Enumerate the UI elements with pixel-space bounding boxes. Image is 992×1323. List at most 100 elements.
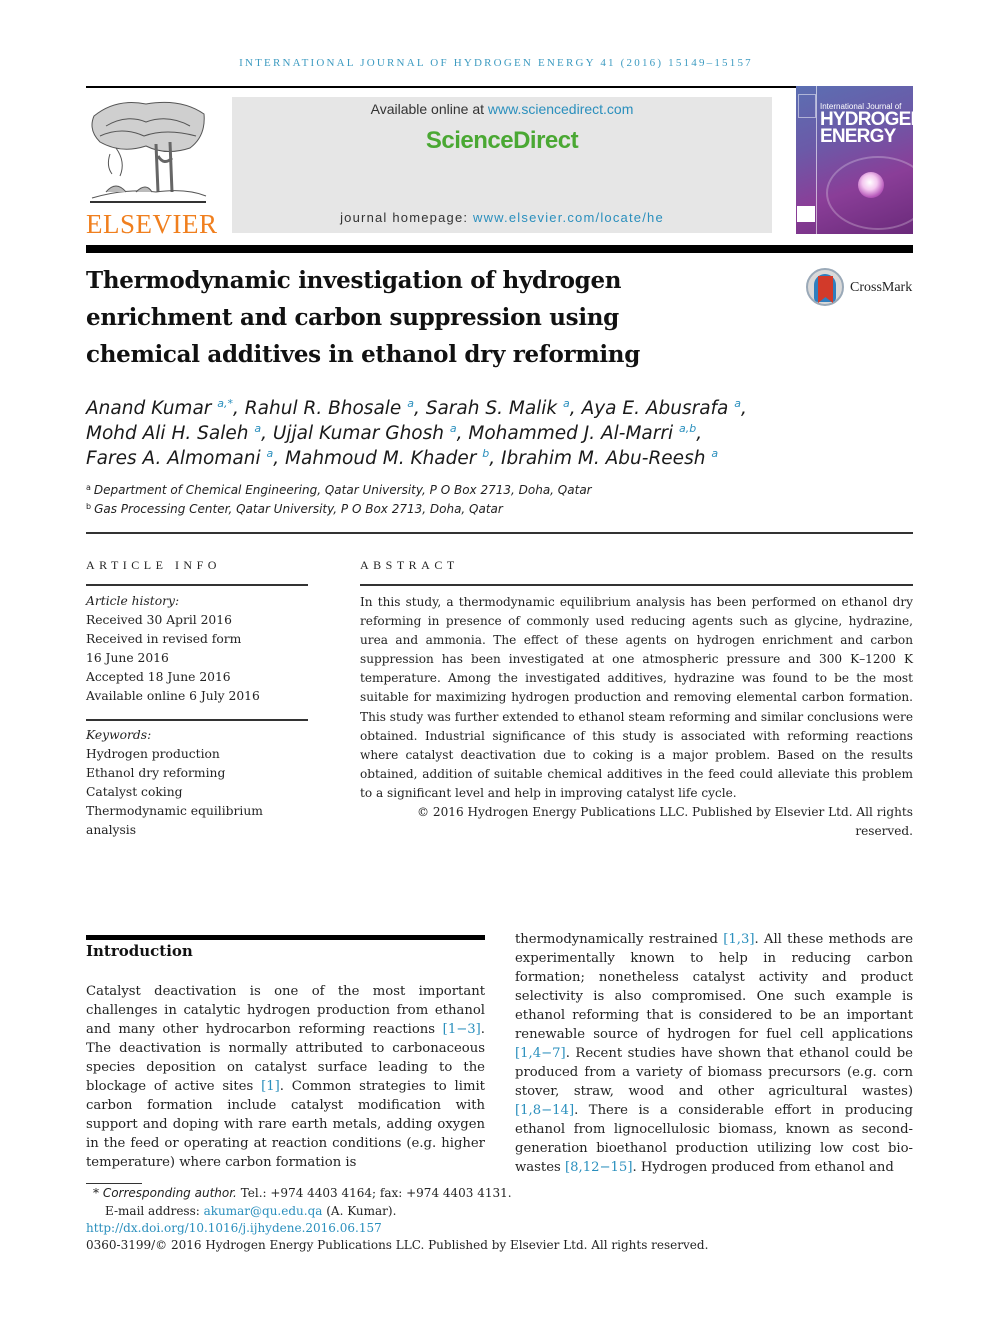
intro-column-right: thermodynamically restrained [1,3]. All … (515, 930, 913, 1177)
author-affil-sup[interactable]: b (482, 447, 489, 460)
title-line: enrichment and carbon suppression using (86, 304, 619, 331)
elsevier-wordmark: ELSEVIER (86, 209, 218, 239)
citation-link[interactable]: [8,12−15] (565, 1160, 632, 1175)
email-link[interactable]: akumar@qu.edu.qa (204, 1204, 323, 1218)
keyword-item: Ethanol dry reforming (86, 766, 226, 781)
title-line: chemical additives in ethanol dry reform… (86, 341, 641, 368)
affiliation-label: b (86, 502, 92, 511)
author-affil-sup[interactable]: a,b (679, 422, 696, 435)
abstract-rule (360, 584, 913, 586)
history-item: Available online 6 July 2016 (86, 689, 260, 704)
cover-badge-icon (797, 206, 815, 222)
intro-text: . All these methods are experimentally k… (515, 932, 913, 1042)
contact-text: Tel.: +974 4403 4164; fax: +974 4403 413… (236, 1186, 512, 1200)
cover-orb-graphic (858, 172, 884, 198)
article-info-rule (86, 584, 308, 586)
author-name[interactable]: Rahul R. Bhosale (245, 398, 402, 419)
author-name[interactable]: Ujjal Kumar Ghosh (273, 423, 444, 444)
abstract-text: In this study, a thermodynamic equilibri… (360, 595, 913, 800)
author-affil-sup[interactable]: a,* (217, 397, 233, 410)
footnote-marker: * (93, 1186, 99, 1200)
journal-cover-image[interactable]: International Journal of HYDROGEN ENERGY (796, 86, 913, 234)
introduction-rule (86, 935, 485, 940)
article-history: Article history: Received 30 April 2016 … (86, 592, 308, 707)
citation-link[interactable]: [1] (261, 1079, 280, 1094)
doi-link[interactable]: http://dx.doi.org/10.1016/j.ijhydene.201… (86, 1221, 382, 1235)
abstract-copyright: © 2016 Hydrogen Energy Publications LLC.… (416, 805, 913, 839)
sciencedirect-panel: Available online at www.sciencedirect.co… (232, 97, 772, 233)
author-name[interactable]: Mohammed J. Al-Marri (468, 423, 673, 444)
running-head: INTERNATIONAL JOURNAL OF HYDROGEN ENERGY… (239, 57, 753, 69)
author-list: Anand Kumar a,*, Rahul R. Bhosale a, Sar… (86, 396, 806, 471)
available-online-label: Available online at (370, 101, 488, 117)
author-affil-sup[interactable]: a (734, 397, 741, 410)
author-affil-sup[interactable]: a (267, 447, 274, 460)
email-label: E-mail address: (105, 1204, 204, 1218)
keyword-item: Catalyst coking (86, 785, 183, 800)
author-name[interactable]: Mohd Ali H. Saleh (86, 423, 248, 444)
history-item: Received 30 April 2016 (86, 613, 232, 628)
footnote-rule (86, 1183, 142, 1184)
sciencedirect-logo[interactable]: ScienceDirect (232, 127, 772, 155)
available-online: Available online at www.sciencedirect.co… (232, 101, 772, 117)
author-line: Mohd Ali H. Saleh a, Ujjal Kumar Ghosh a… (86, 422, 703, 444)
affiliation-text: Department of Chemical Engineering, Qata… (93, 483, 592, 497)
author-affil-sup[interactable]: a (254, 422, 261, 435)
journal-homepage-link[interactable]: www.elsevier.com/locate/he (473, 210, 664, 225)
citation-link[interactable]: [1,3] (723, 932, 754, 947)
elsevier-tree-icon (90, 101, 207, 203)
intro-text: . Hydrogen produced from ethanol and (632, 1160, 894, 1175)
introduction-heading: Introduction (86, 942, 193, 960)
author-name[interactable]: Sarah S. Malik (426, 398, 557, 419)
history-item: Received in revised form (86, 632, 242, 647)
affiliation-text: Gas Processing Center, Qatar University,… (94, 502, 503, 516)
cover-line3: ENERGY (820, 126, 896, 147)
elsevier-logo[interactable]: ELSEVIER (86, 96, 217, 239)
intro-column-left: Catalyst deactivation is one of the most… (86, 982, 485, 1172)
author-affil-sup[interactable]: a (563, 397, 570, 410)
abstract-body: In this study, a thermodynamic equilibri… (360, 593, 913, 841)
author-name[interactable]: Fares A. Almomani (86, 448, 261, 469)
crossmark-label: CrossMark (850, 280, 913, 295)
author-name[interactable]: Ibrahim M. Abu-Reesh (501, 448, 705, 469)
crossmark-icon (806, 268, 844, 306)
cover-journal-title: HYDROGEN ENERGY (820, 110, 913, 147)
citation-link[interactable]: [1,4−7] (515, 1046, 566, 1061)
journal-homepage-label: journal homepage: (340, 210, 473, 225)
citation-link[interactable]: [1−3] (443, 1022, 481, 1037)
sciencedirect-link[interactable]: www.sciencedirect.com (488, 101, 634, 117)
crossmark-button[interactable]: CrossMark (806, 268, 921, 310)
author-name[interactable]: Mahmoud M. Khader (285, 448, 476, 469)
author-line: Anand Kumar a,*, Rahul R. Bhosale a, Sar… (86, 397, 747, 419)
keyword-item: analysis (86, 823, 137, 838)
author-name[interactable]: Aya E. Abusrafa (582, 398, 729, 419)
keywords-label: Keywords: (86, 728, 152, 742)
author-affil-sup[interactable]: a (711, 447, 718, 460)
title-top-rule (86, 245, 913, 253)
affiliation-label: a (86, 483, 91, 492)
issn-copyright: 0360-3199/© 2016 Hydrogen Energy Publica… (86, 1238, 709, 1252)
cover-divider (816, 86, 817, 234)
keywords-rule (86, 719, 308, 721)
article-title: Thermodynamic investigation of hydrogen … (86, 262, 726, 373)
article-history-label: Article history: (86, 594, 180, 608)
affiliation-a: a Department of Chemical Engineering, Qat… (86, 483, 592, 497)
email-suffix: (A. Kumar). (322, 1204, 397, 1218)
history-item: Accepted 18 June 2016 (86, 670, 231, 685)
corresponding-author-note: * Corresponding author. Tel.: +974 4403 … (93, 1186, 512, 1200)
author-affil-sup[interactable]: a (450, 422, 457, 435)
author-affil-sup[interactable]: a (407, 397, 414, 410)
author-line: Fares A. Almomani a, Mahmoud M. Khader b… (86, 447, 719, 469)
masthead-top-rule (86, 86, 913, 88)
doi-line: http://dx.doi.org/10.1016/j.ijhydene.201… (86, 1221, 382, 1235)
corresponding-author-label: Corresponding author. (102, 1186, 237, 1200)
front-matter-rule (86, 532, 913, 534)
keyword-item: Thermodynamic equilibrium (86, 804, 263, 819)
citation-link[interactable]: [1,8−14] (515, 1103, 574, 1118)
history-item: 16 June 2016 (86, 651, 169, 666)
keywords: Keywords: Hydrogen production Ethanol dr… (86, 726, 308, 841)
author-name[interactable]: Anand Kumar (86, 398, 211, 419)
intro-text: . Recent studies have shown that ethanol… (515, 1046, 913, 1099)
intro-text: Catalyst deactivation is one of the most… (86, 984, 485, 1037)
affiliation-b: b Gas Processing Center, Qatar University… (86, 502, 503, 516)
